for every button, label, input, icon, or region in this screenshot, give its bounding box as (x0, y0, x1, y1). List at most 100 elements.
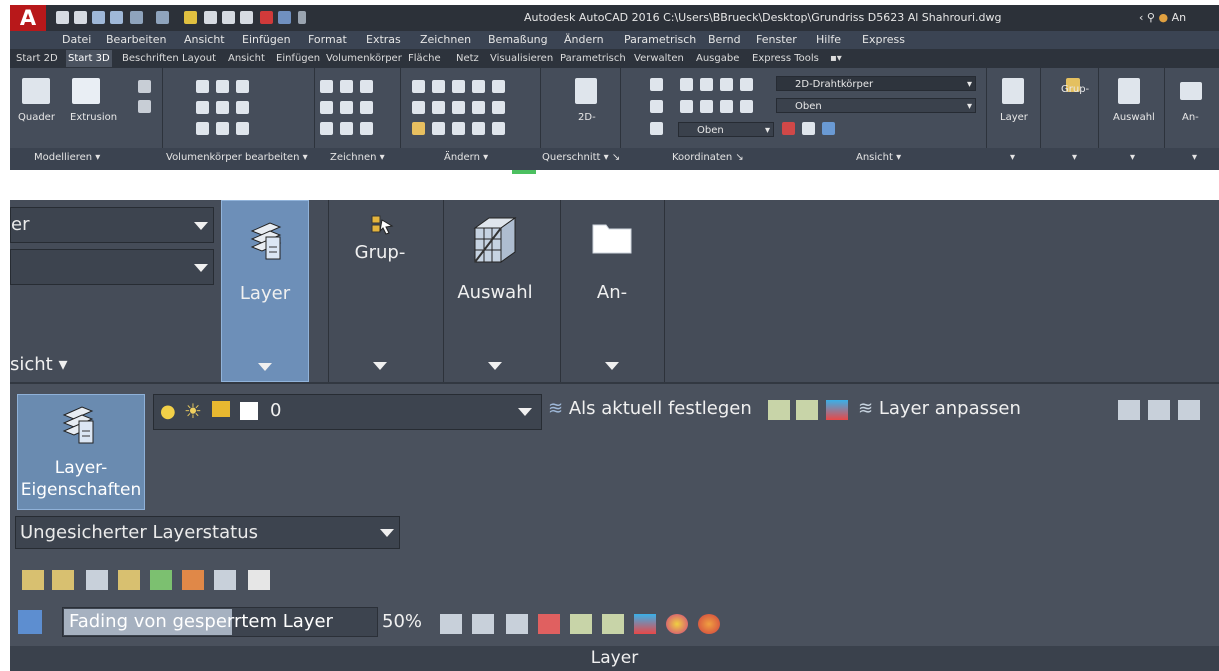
match-properties-icon[interactable] (184, 11, 197, 24)
group-button-zoomed[interactable]: Grup- (336, 200, 424, 382)
intersect-icon[interactable] (196, 122, 209, 135)
extract-edges-icon[interactable] (236, 80, 249, 93)
explode-icon[interactable] (432, 122, 445, 135)
menu-zeichnen[interactable]: Zeichnen (420, 31, 471, 49)
layer-off-icon[interactable] (472, 614, 494, 634)
ucs-world-icon[interactable] (680, 78, 693, 91)
menu-format[interactable]: Format (308, 31, 347, 49)
erase-icon[interactable] (412, 122, 425, 135)
menu-einfuegen[interactable]: Einfügen (242, 31, 291, 49)
panel-volumenkoerper-bearbeiten[interactable]: Volumenkörper bearbeiten ▾ (166, 152, 308, 163)
3d-rotate-icon[interactable] (472, 80, 485, 93)
polysolid-icon[interactable] (138, 80, 151, 93)
layer-on-all-icon[interactable] (150, 570, 172, 590)
set-current-button[interactable]: ≋ Als aktuell festlegen (548, 398, 752, 422)
panel-querschnitt[interactable]: Querschnitt ▾ ↘ (542, 152, 620, 163)
panel-auswahl-expand[interactable]: ▾ (1130, 152, 1135, 163)
3d-array-icon[interactable] (492, 101, 505, 114)
menu-bernd[interactable]: Bernd (708, 31, 741, 49)
camera-dropdown-icon[interactable]: ▪▾ (828, 50, 844, 67)
menu-bemassung[interactable]: Bemaßung (488, 31, 548, 49)
menu-bearbeiten[interactable]: Bearbeiten (106, 31, 166, 49)
tab-einfuegen[interactable]: Einfügen (274, 50, 322, 67)
publish-icon[interactable] (278, 11, 291, 24)
ellipse-icon[interactable] (360, 122, 373, 135)
presspull-icon[interactable] (138, 100, 151, 113)
layer-combo[interactable]: ● ☀ 0 (153, 394, 542, 430)
box-icon[interactable] (22, 78, 50, 104)
viewport-config-icon[interactable] (782, 122, 795, 135)
menu-parametrisch[interactable]: Parametrisch (624, 31, 696, 49)
panel-ansicht[interactable]: Ansicht ▾ (856, 152, 901, 163)
layer-lock-icon[interactable] (86, 570, 108, 590)
user-account[interactable]: ‹ ⚲ ● An (1139, 5, 1186, 31)
layer-panel-footer[interactable]: Layer (10, 646, 1219, 671)
ral-9016-icon[interactable] (768, 400, 790, 420)
layer-previous-icon[interactable] (248, 570, 270, 590)
menu-express[interactable]: Express (862, 31, 905, 49)
array-icon[interactable] (472, 122, 485, 135)
menu-datei[interactable]: Datei (62, 31, 91, 49)
layer-copy-objects-icon[interactable] (1148, 400, 1170, 420)
3d-mirror-icon[interactable] (492, 80, 505, 93)
tab-beschriften[interactable]: Beschriften (120, 50, 181, 67)
menu-fenster[interactable]: Fenster (756, 31, 797, 49)
align-icon[interactable] (472, 101, 485, 114)
ucs-icon[interactable] (650, 78, 663, 91)
plot-icon[interactable] (240, 11, 253, 24)
view-combo[interactable]: Oben ▾ (776, 98, 976, 113)
hatch-icon[interactable] (340, 80, 353, 93)
subtract-icon[interactable] (196, 101, 209, 114)
arc-icon[interactable] (360, 80, 373, 93)
layer-translate-icon[interactable] (506, 614, 528, 634)
ral-9016-icon[interactable] (570, 614, 592, 634)
extrude-faces-icon[interactable] (236, 101, 249, 114)
selection-icon[interactable] (1118, 78, 1140, 104)
layer-state-combo[interactable]: Ungesicherter Layerstatus (15, 516, 400, 549)
panel-koordinaten[interactable]: Koordinaten ↘ (672, 152, 744, 163)
layer-unisolate-icon[interactable] (52, 570, 74, 590)
folder-icon[interactable] (1180, 82, 1202, 100)
tab-ansicht[interactable]: Ansicht (226, 50, 267, 67)
ucs-y-icon[interactable] (720, 78, 733, 91)
color-wheel-icon[interactable] (666, 614, 688, 634)
region-icon[interactable] (320, 122, 333, 135)
panel-gruppen-expand[interactable]: ▾ (1072, 152, 1077, 163)
ucs-object-icon[interactable] (700, 100, 713, 113)
extrude-icon[interactable] (72, 78, 100, 104)
menu-aendern[interactable]: Ändern (564, 31, 604, 49)
shell-icon[interactable] (216, 122, 229, 135)
locked-layer-fading-slider[interactable]: Fading von gesperrtem Layer (62, 607, 378, 637)
rotate-icon[interactable] (432, 101, 445, 114)
layer-button-zoomed[interactable]: Layer (221, 200, 309, 382)
match-layer-button[interactable]: ≋ Layer anpassen (858, 398, 1021, 422)
ucs-view-icon[interactable] (680, 100, 693, 113)
layer-thaw-all-icon[interactable] (182, 570, 204, 590)
move-icon[interactable] (452, 80, 465, 93)
layer-change-to-current-icon[interactable] (1118, 400, 1140, 420)
tab-express-tools[interactable]: Express Tools (750, 50, 821, 67)
layer-isolate-icon[interactable] (22, 570, 44, 590)
ucs-3point-icon[interactable] (740, 100, 753, 113)
pdf-icon[interactable] (260, 11, 273, 24)
redo-icon[interactable] (156, 11, 169, 24)
polyline-icon[interactable] (320, 80, 333, 93)
section-plane-icon[interactable] (575, 78, 597, 104)
ucs-origin-icon[interactable] (650, 100, 663, 113)
layer-unlock-icon[interactable] (118, 570, 140, 590)
visual-style-combo[interactable]: 2D-Drahtkörper ▾ (776, 76, 976, 91)
tab-ausgabe[interactable]: Ausgabe (694, 50, 741, 67)
new-icon[interactable] (56, 11, 69, 24)
rectangle-icon[interactable] (340, 122, 353, 135)
tab-parametrisch[interactable]: Parametrisch (558, 50, 628, 67)
plot-preview-icon[interactable] (204, 11, 217, 24)
menu-ansicht[interactable]: Ansicht (184, 31, 225, 49)
layer-freeze-vp-icon[interactable] (440, 614, 462, 634)
color-picker-icon[interactable] (698, 614, 720, 634)
tab-visualisieren[interactable]: Visualisieren (488, 50, 555, 67)
ucs-previous-icon[interactable] (650, 122, 663, 135)
panel-layer-expand[interactable]: ▾ (1010, 152, 1015, 163)
panel-ansicht-zoomed[interactable]: sicht ▾ (10, 354, 68, 375)
3d-move-icon[interactable] (432, 80, 445, 93)
spline-icon[interactable] (320, 101, 333, 114)
